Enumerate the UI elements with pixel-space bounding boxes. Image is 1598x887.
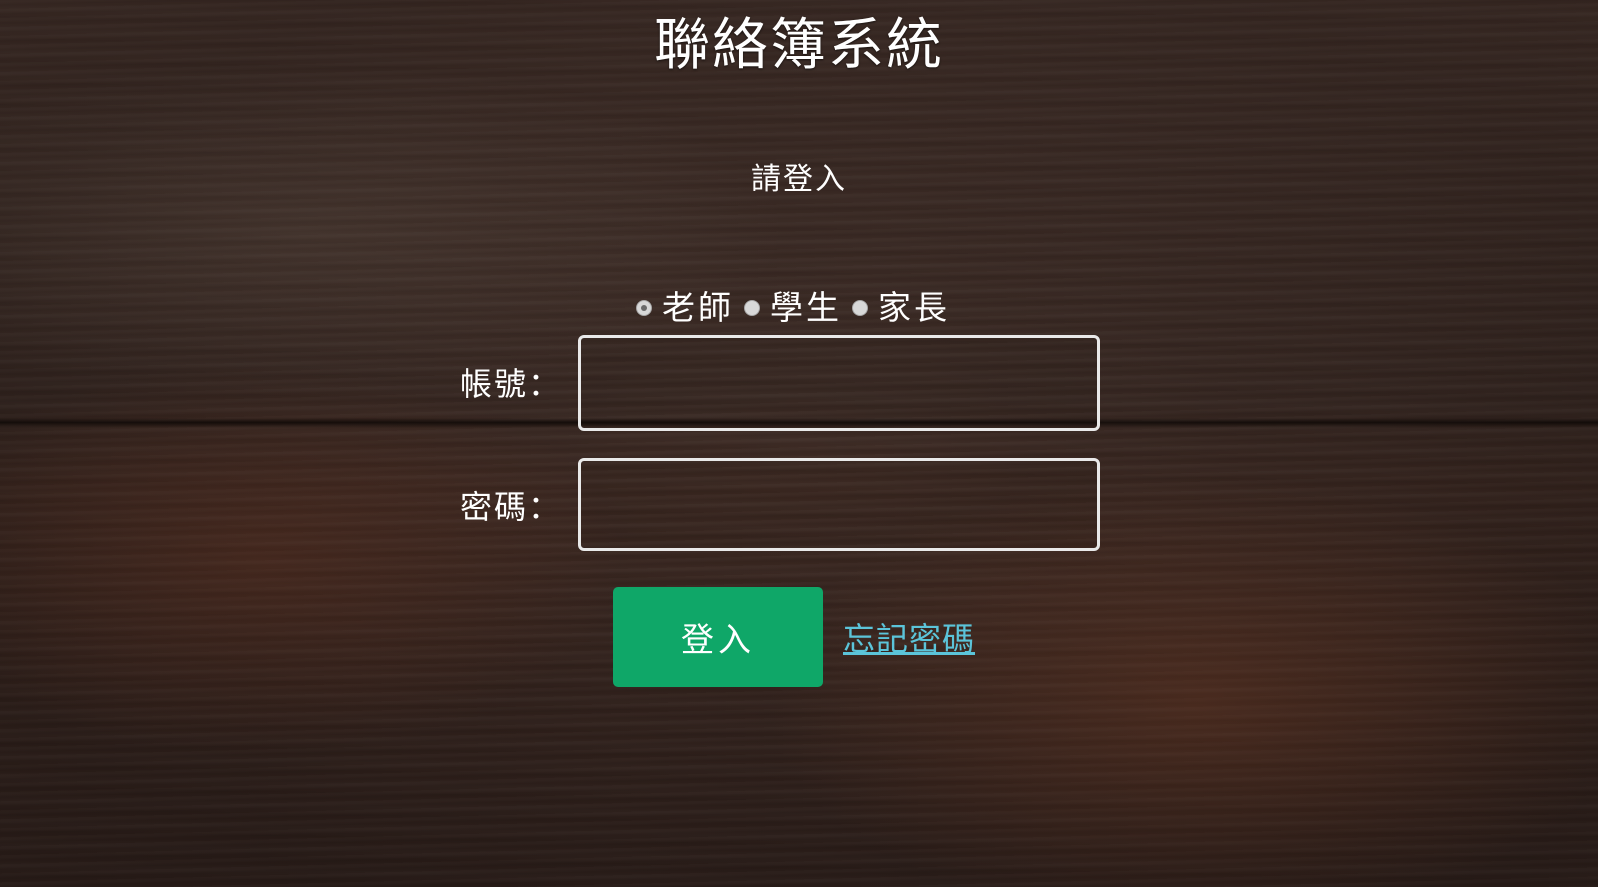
page-title: 聯絡簿系統 — [654, 13, 944, 78]
role-label-student: 學生 — [770, 288, 842, 327]
role-selector: 老師 學生 家長 — [636, 286, 960, 330]
login-button[interactable]: 登入 — [613, 587, 823, 687]
radio-unselected-icon[interactable] — [852, 300, 868, 316]
forgot-password-link[interactable]: 忘記密碼 — [843, 617, 975, 661]
account-input[interactable] — [578, 335, 1100, 431]
radio-selected-icon[interactable] — [636, 300, 652, 316]
role-label-parent: 家長 — [878, 288, 950, 327]
account-label: 帳號： — [460, 365, 563, 403]
radio-unselected-icon[interactable] — [744, 300, 760, 316]
role-option-teacher[interactable]: 老師 — [636, 286, 734, 330]
login-prompt: 請登入 — [751, 162, 847, 197]
role-label-teacher: 老師 — [662, 288, 734, 327]
password-label: 密碼： — [460, 488, 563, 526]
password-input[interactable] — [578, 458, 1100, 551]
role-option-parent[interactable]: 家長 — [852, 286, 950, 330]
role-option-student[interactable]: 學生 — [744, 286, 842, 330]
